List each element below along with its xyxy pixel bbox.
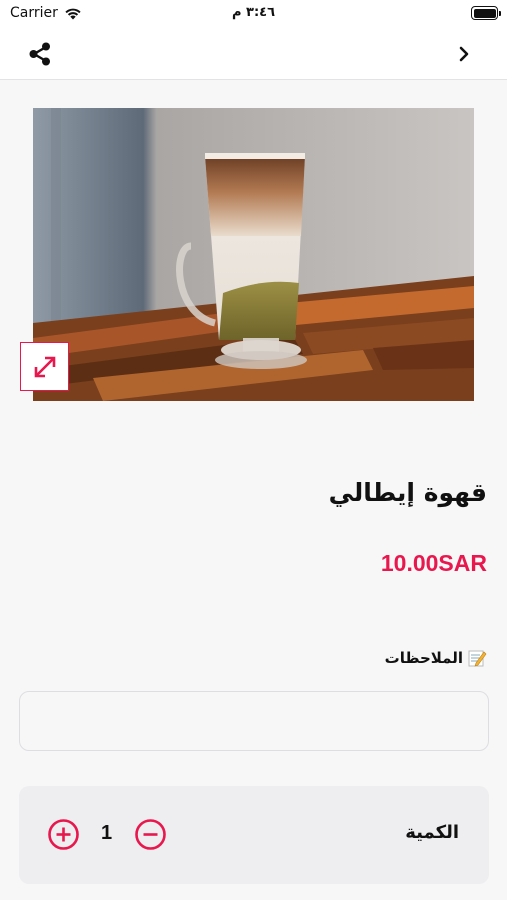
notes-label: الملاحظات — [384, 649, 463, 667]
minus-circle-icon — [135, 819, 166, 850]
back-button[interactable] — [457, 43, 473, 65]
decrease-quantity-button[interactable] — [134, 818, 167, 851]
quantity-value: 1 — [101, 822, 113, 844]
notes-input[interactable] — [19, 691, 489, 751]
nav-bar — [0, 30, 507, 80]
share-button[interactable] — [26, 40, 54, 68]
quantity-label: الكمية — [405, 822, 459, 843]
plus-circle-icon — [48, 819, 79, 850]
expand-image-button[interactable] — [20, 342, 69, 391]
product-image — [33, 108, 474, 401]
quantity-panel: الكمية 1 — [19, 786, 489, 884]
chevron-right-icon — [459, 46, 469, 62]
status-time: ٣:٤٦ م — [231, 5, 276, 20]
share-icon — [29, 42, 50, 66]
increase-quantity-button[interactable] — [47, 818, 80, 851]
product-price: 10.00SAR — [380, 550, 487, 576]
status-bar: Carrier ٣:٤٦ م — [0, 0, 507, 30]
notes-label-row: الملاحظات — [385, 648, 487, 668]
product-name: قهوة إيطالي — [328, 478, 487, 507]
expand-arrows-icon — [34, 356, 55, 377]
memo-icon — [468, 650, 487, 667]
battery-icon — [471, 6, 501, 20]
